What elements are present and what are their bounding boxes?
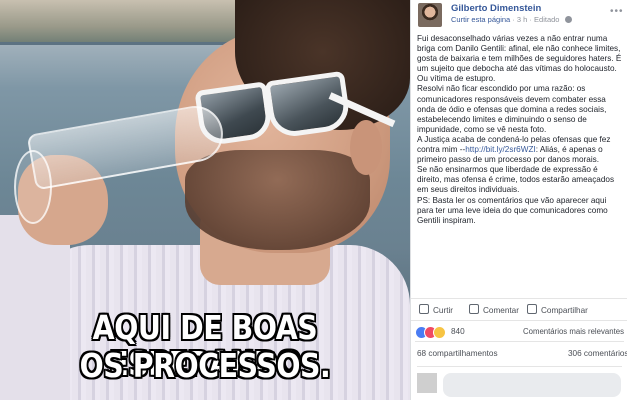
like-button[interactable]: Curtir <box>419 304 453 315</box>
post-paragraph: PS: Basta ler os comentários que vão apa… <box>417 195 608 225</box>
post-link[interactable]: http://bit.ly/2sr6WZI <box>465 145 536 154</box>
photo-ear <box>350 120 382 175</box>
post-time[interactable]: 3 h <box>517 15 527 24</box>
comment-count[interactable]: 306 comentários <box>568 349 627 358</box>
reaction-count[interactable]: 840 <box>451 327 465 336</box>
photo-beard <box>185 150 370 250</box>
post-paragraph: Resolvi não ficar escondido por uma razã… <box>417 84 607 134</box>
share-button[interactable]: Compartilhar <box>527 304 588 315</box>
comment-label: Comentar <box>483 306 519 315</box>
meta-separator: · <box>512 15 515 24</box>
thumbs-up-icon <box>419 304 429 314</box>
more-dots-icon[interactable]: ••• <box>610 6 624 17</box>
post-meta: Curtir esta página · 3 h · Editado <box>451 15 572 24</box>
comment-preview <box>417 366 622 401</box>
comment-bubble <box>443 373 621 397</box>
globe-icon <box>564 16 572 23</box>
wine-glass-base <box>14 150 52 224</box>
share-label: Compartilhar <box>541 306 588 315</box>
meme-caption-line2: OS PROCESSOS. <box>79 346 331 385</box>
commenter-avatar[interactable] <box>417 373 437 393</box>
post-panel: Gilberto Dimenstein Curtir esta página ·… <box>410 0 627 400</box>
share-count[interactable]: 68 compartilhamentos <box>417 349 498 358</box>
share-icon <box>527 304 537 314</box>
reactions-bar: 840 Comentários mais relevantes▼ <box>411 320 627 343</box>
author-name[interactable]: Gilberto Dimenstein <box>451 3 541 14</box>
post-paragraph: Fui desaconselhado várias vezes a não en… <box>417 34 622 84</box>
divider <box>415 341 624 342</box>
post-paragraph: A Justiça acaba de condená-lo pelas ofen… <box>417 135 623 165</box>
like-label: Curtir <box>433 306 454 315</box>
comment-sort-label: Comentários mais relevantes <box>523 327 624 336</box>
comment-sort-dropdown[interactable]: Comentários mais relevantes▼ <box>523 327 627 336</box>
comment-button[interactable]: Comentar <box>469 304 519 315</box>
post-actions: Curtir Comentar Compartilhar <box>411 298 627 319</box>
post-photo[interactable]: AQUI DE BOAS ESPERANDO OS PROCESSOS. <box>0 0 410 400</box>
comment-icon <box>469 304 479 314</box>
meta-separator: · <box>529 15 532 24</box>
haha-reaction-icon[interactable] <box>433 326 446 339</box>
post-paragraph: Se não ensinarmos que liberdade de expre… <box>417 165 615 195</box>
edited-label[interactable]: Editado <box>534 15 559 24</box>
follow-page-link[interactable]: Curtir esta página <box>451 15 510 24</box>
post-header: Gilberto Dimenstein Curtir esta página ·… <box>411 0 627 28</box>
author-avatar[interactable] <box>418 3 442 27</box>
post-body: Fui desaconselhado várias vezes a não en… <box>417 34 623 226</box>
